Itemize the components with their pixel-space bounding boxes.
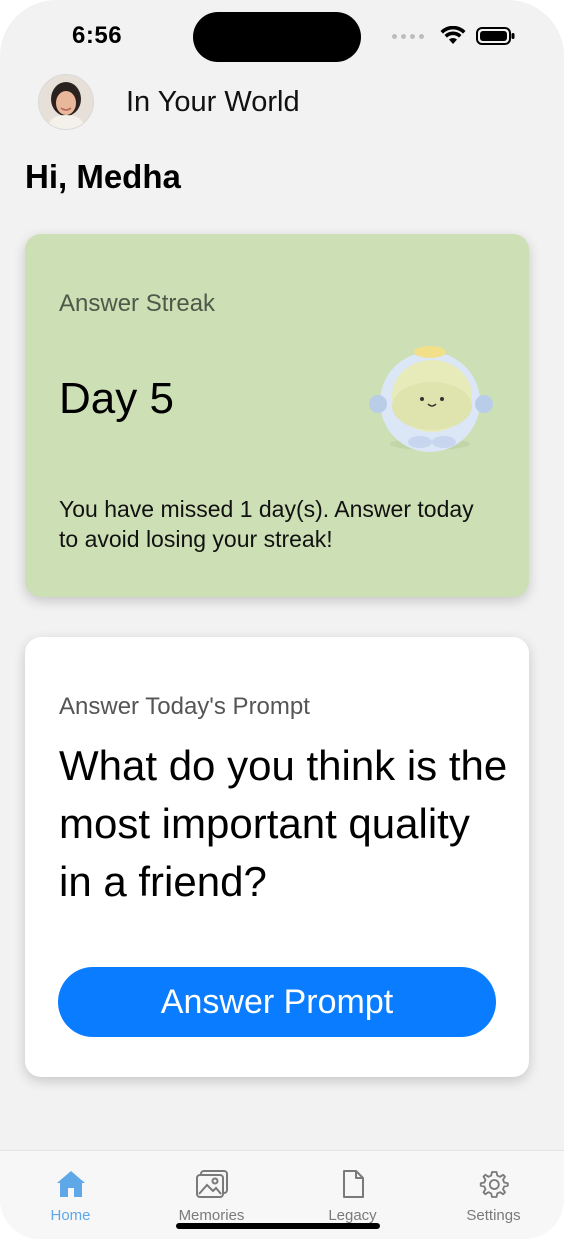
user-avatar-icon (39, 75, 93, 129)
status-time: 6:56 (72, 22, 123, 49)
app-title: In Your World (126, 85, 300, 118)
avatar[interactable] (38, 74, 94, 130)
status-icons (392, 26, 516, 46)
app-screen: 6:56 In Your World Hi, Medha Answer Stre… (0, 0, 564, 1239)
greeting-heading: Hi, Medha (25, 158, 181, 195)
tab-settings[interactable]: Settings (423, 1151, 564, 1239)
tab-memories-label: Memories (178, 1207, 245, 1224)
tab-settings-label: Settings (466, 1207, 521, 1224)
gear-icon (479, 1171, 509, 1198)
home-indicator (176, 1223, 380, 1229)
prompt-question: What do you think is the most important … (59, 742, 508, 905)
prompt-label: Answer Today's Prompt (59, 693, 310, 720)
wifi-icon (440, 26, 466, 44)
home-icon (56, 1171, 85, 1197)
streak-day-count: Day 5 (59, 374, 174, 423)
cellular-signal-icon (392, 33, 424, 39)
dynamic-island (193, 12, 361, 62)
status-bar: 6:56 (0, 0, 564, 72)
document-icon (342, 1170, 364, 1198)
streak-label: Answer Streak (59, 290, 216, 317)
battery-icon (476, 27, 515, 45)
tab-legacy-label: Legacy (328, 1207, 377, 1224)
tab-home[interactable]: Home (0, 1151, 141, 1239)
answer-prompt-button[interactable]: Answer Prompt (58, 967, 496, 1037)
todays-prompt-card: Answer Today's Prompt What do you think … (25, 637, 529, 1077)
photo-icon (195, 1170, 228, 1198)
mascot-icon (369, 346, 493, 452)
tab-home-label: Home (50, 1207, 91, 1224)
app-header: In Your World (38, 74, 300, 130)
streak-message: You have missed 1 day(s). Answer today t… (59, 496, 474, 552)
answer-streak-card: Answer Streak Day 5 You have missed 1 da… (25, 234, 529, 597)
